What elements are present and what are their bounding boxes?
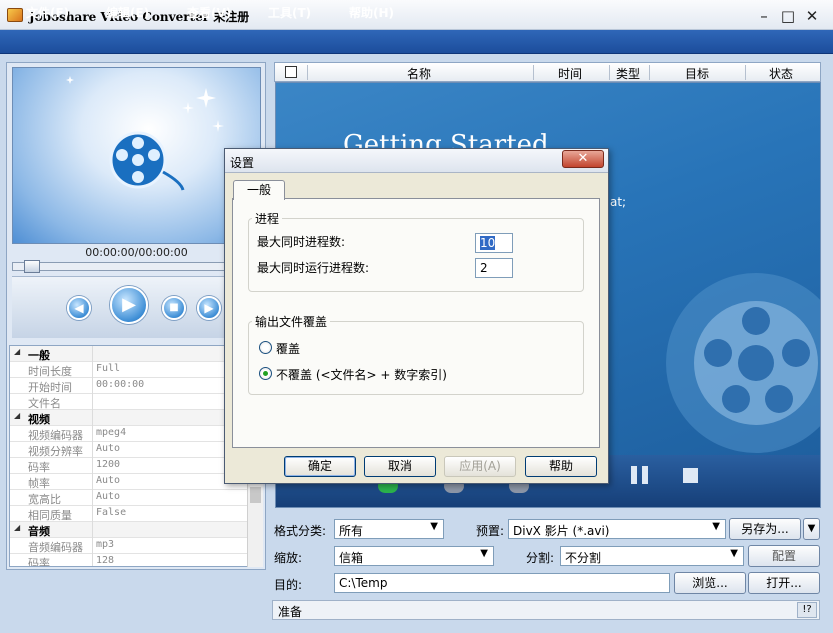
prop-row[interactable]: 时间长度Full [10,362,247,378]
dialog-title: 设置 [230,154,254,171]
format-label: 格式分类: [274,522,326,539]
ok-button[interactable]: 确定 [284,456,356,477]
dropdown-arrow-icon[interactable]: ▼ [480,548,488,559]
dialog-title-bar [225,149,608,173]
getting-started-text: at; [610,195,626,209]
prop-row[interactable]: 帧率Auto [10,474,247,490]
prop-row[interactable]: 文件名 [10,394,247,410]
prop-category-general[interactable]: ◢一般 [10,346,247,362]
cancel-button[interactable]: 取消 [364,456,436,477]
seek-handle[interactable] [24,260,40,273]
preset-label: 预置: [476,522,504,539]
menu-edit[interactable]: 编辑(E) [106,4,149,21]
prop-row[interactable]: 视频分辨率Auto [10,442,247,458]
collapse-icon[interactable]: ◢ [14,347,20,356]
menu-tools[interactable]: 工具(T) [268,4,311,21]
column-target[interactable]: 目标 [685,65,709,82]
zoom-label: 缩放: [274,549,302,566]
destination-label: 目的: [274,576,302,593]
close-icon[interactable]: ✕ [800,6,824,26]
max-running-label: 最大同时运行进程数: [257,259,369,276]
menu-bar [0,30,833,54]
collapse-icon[interactable]: ◢ [14,523,20,532]
process-group [248,218,584,292]
overwrite-group [248,321,584,395]
help-button[interactable]: 帮助 [525,456,597,477]
no-overwrite-label[interactable]: 不覆盖 (<文件名> + 数字索引) [276,366,447,383]
column-status[interactable]: 状态 [769,65,793,82]
overwrite-group-label: 输出文件覆盖 [252,313,330,330]
menu-help[interactable]: 帮助(H) [349,4,394,21]
process-group-label: 进程 [252,210,282,227]
menu-file[interactable]: 文件(F) [26,4,69,21]
apply-button[interactable]: 应用(A) [444,456,516,477]
save-as-button[interactable]: 另存为... [729,518,801,540]
play-icon[interactable]: ▶ [110,286,148,324]
pause-icon[interactable] [631,466,637,484]
select-all-checkbox[interactable] [285,66,297,78]
config-button[interactable]: 配置 [748,545,820,567]
status-text: 准备 [278,603,302,620]
status-bar [272,600,820,620]
prop-row[interactable]: 码率1200 [10,458,247,474]
stop-icon[interactable]: ■ [162,296,186,320]
scrollbar-thumb[interactable] [250,487,261,503]
previous-icon[interactable]: ◀ [67,296,91,320]
minimize-icon[interactable]: – [752,6,776,26]
prop-row[interactable]: 音频编码器mp3 [10,538,247,554]
save-as-dropdown-icon[interactable]: ▼ [803,518,820,540]
prop-row[interactable]: 视频编码器mpeg4 [10,426,247,442]
prop-row[interactable]: 码率128 [10,554,247,567]
prop-category-video[interactable]: ◢视频 [10,410,247,426]
pause-icon-bar [642,466,648,484]
film-reel-icon [636,253,821,473]
maximize-icon[interactable]: □ [776,6,800,26]
help-badge[interactable]: !? [797,602,817,618]
preset-select[interactable]: DivX 影片 (*.avi)▼ [508,519,726,539]
menu-view[interactable]: 查看(V) [187,4,231,21]
max-processes-input[interactable]: 10 [475,233,513,253]
column-time[interactable]: 时间 [558,65,582,82]
open-button[interactable]: 打开... [748,572,820,594]
max-running-input[interactable]: 2 [475,258,513,278]
format-select[interactable]: 所有▼ [334,519,444,539]
next-icon[interactable]: ▶ [197,296,221,320]
prop-row[interactable]: 宽高比Auto [10,490,247,506]
dropdown-arrow-icon[interactable]: ▼ [430,521,438,532]
prop-row[interactable]: 相同质量False [10,506,247,522]
split-select[interactable]: 不分割▼ [560,546,744,566]
destination-input[interactable]: C:\Temp [334,573,670,593]
prop-category-audio[interactable]: ◢音频 [10,522,247,538]
split-label: 分割: [526,549,554,566]
zoom-select[interactable]: 信箱▼ [334,546,494,566]
file-list-header [274,62,821,82]
tab-general[interactable]: 一般 [233,180,285,200]
column-type[interactable]: 类型 [616,65,640,82]
overwrite-label[interactable]: 覆盖 [276,340,300,357]
dropdown-arrow-icon[interactable]: ▼ [730,548,738,559]
dialog-close-icon[interactable]: ✕ [562,150,604,168]
browse-button[interactable]: 浏览... [674,572,746,594]
overwrite-radio[interactable] [259,341,272,354]
no-overwrite-radio[interactable] [259,367,272,380]
dropdown-arrow-icon[interactable]: ▼ [712,521,720,532]
app-icon [7,8,23,22]
collapse-icon[interactable]: ◢ [14,411,20,420]
stop-icon[interactable] [683,468,698,483]
prop-row[interactable]: 开始时间00:00:00 [10,378,247,394]
max-processes-label: 最大同时进程数: [257,233,345,250]
column-name[interactable]: 名称 [407,65,431,82]
